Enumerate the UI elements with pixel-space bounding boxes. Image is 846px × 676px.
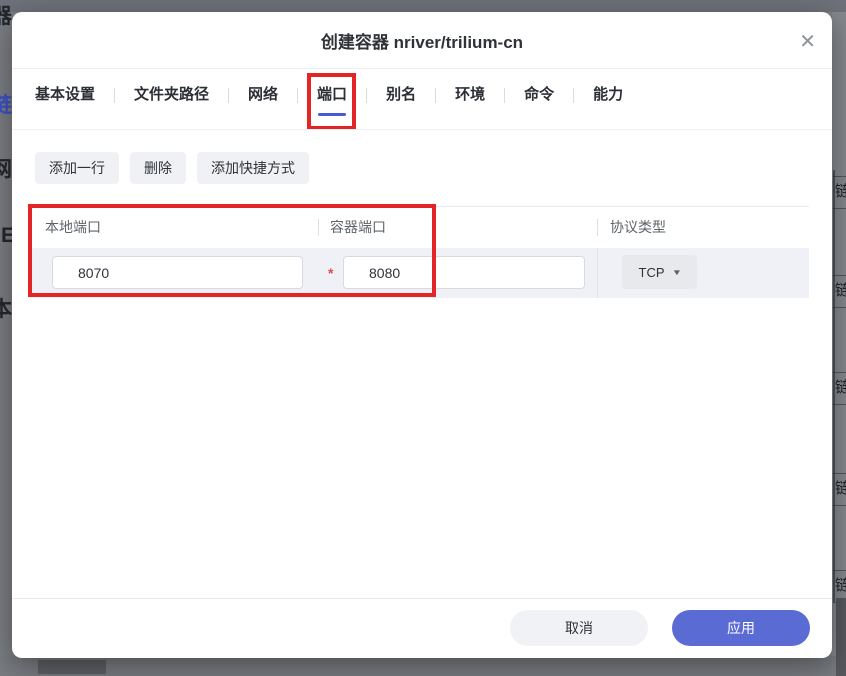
background-table-line (833, 208, 846, 209)
background-table-line (833, 404, 846, 405)
background-glyph: 链 (835, 380, 846, 396)
add-shortcut-button[interactable]: 添加快捷方式 (197, 152, 309, 184)
table-row: * TCP ▼ (30, 248, 809, 298)
protocol-select[interactable]: TCP ▼ (622, 255, 697, 289)
tab-separator (435, 88, 436, 103)
tab-ports[interactable]: 端口 (317, 86, 347, 104)
background-table-line (833, 505, 846, 506)
dialog-header: 创建容器 nriver/trilium-cn (12, 12, 832, 69)
chevron-down-icon: ▼ (671, 268, 681, 277)
screen: 器 链 网 E 本 链 链 链 链 链 创建容器 nriver/trilium-… (0, 0, 846, 676)
tab-capabilities[interactable]: 能力 (593, 86, 623, 104)
tab-separator (114, 88, 115, 103)
background-block (836, 598, 846, 676)
background-table-line (833, 176, 846, 177)
background-table-line (833, 307, 846, 308)
background-bottom-strip (0, 656, 846, 676)
close-icon: ✕ (799, 31, 816, 53)
dialog-title: 创建容器 nriver/trilium-cn (321, 28, 523, 53)
cancel-button[interactable]: 取消 (510, 610, 648, 646)
tab-separator (573, 88, 574, 103)
column-header-protocol-type: 协议类型 (610, 207, 666, 248)
background-top-strip (0, 0, 846, 12)
port-mapping-table: 本地端口 容器端口 协议类型 * TCP ▼ (30, 206, 809, 298)
background-block (38, 660, 106, 674)
create-container-dialog: 创建容器 nriver/trilium-cn ✕ 基本设置 文件夹路径 网络 端… (12, 12, 832, 658)
tab-separator (297, 88, 298, 103)
background-glyph: 链 (0, 95, 12, 117)
tab-separator (228, 88, 229, 103)
local-port-input[interactable] (52, 256, 303, 289)
background-glyph: 链 (835, 481, 846, 497)
tab-network[interactable]: 网络 (248, 86, 278, 104)
background-table-line (833, 473, 846, 474)
tab-environment[interactable]: 环境 (455, 86, 485, 104)
tab-basic-settings[interactable]: 基本设置 (35, 86, 95, 104)
column-header-local-port: 本地端口 (45, 207, 101, 248)
background-glyph: 网 (0, 159, 12, 181)
tab-alias[interactable]: 别名 (386, 86, 416, 104)
footer-divider (12, 598, 832, 599)
port-toolbar: 添加一行 删除 添加快捷方式 (35, 152, 309, 184)
background-table-line (833, 275, 846, 276)
tab-command[interactable]: 命令 (524, 86, 554, 104)
background-glyph: 器 (0, 6, 12, 28)
column-separator (597, 248, 598, 298)
tab-folder-path[interactable]: 文件夹路径 (134, 86, 209, 104)
close-button[interactable]: ✕ (797, 30, 818, 54)
column-separator (318, 219, 319, 236)
background-glyph: 链 (835, 283, 846, 299)
table-header-row: 本地端口 容器端口 协议类型 (30, 207, 809, 248)
background-glyph: 链 (835, 184, 846, 200)
background-table-line (833, 570, 846, 571)
add-row-button[interactable]: 添加一行 (35, 152, 119, 184)
tab-bar-divider (12, 129, 832, 130)
background-glyph: 链 (835, 578, 846, 594)
tab-separator (366, 88, 367, 103)
required-asterisk: * (328, 264, 333, 282)
apply-button[interactable]: 应用 (672, 610, 810, 646)
column-header-container-port: 容器端口 (330, 207, 386, 248)
tab-bar: 基本设置 文件夹路径 网络 端口 别名 环境 命令 能力 (35, 73, 623, 117)
column-separator (597, 219, 598, 236)
delete-row-button[interactable]: 删除 (130, 152, 186, 184)
tab-separator (504, 88, 505, 103)
background-table-line (833, 372, 846, 373)
container-port-input[interactable] (343, 256, 585, 289)
background-glyph: 本 (0, 299, 12, 321)
protocol-select-value: TCP (639, 265, 665, 280)
